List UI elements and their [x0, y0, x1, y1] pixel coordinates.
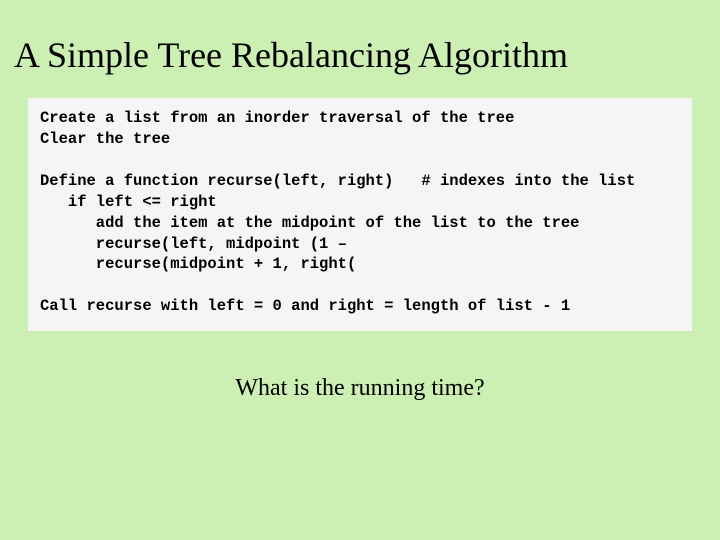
code-line-3a: Define a function recurse(left, right) — [40, 172, 393, 190]
slide: A Simple Tree Rebalancing Algorithm Crea… — [0, 0, 720, 540]
code-line-2: Clear the tree — [40, 130, 170, 148]
code-line-3b: # indexes into the list — [393, 172, 635, 190]
code-line-7: recurse(midpoint + 1, right( — [40, 255, 356, 273]
question-text: What is the running time? — [0, 375, 720, 402]
code-line-6: recurse(left, midpoint (1 – — [40, 235, 347, 253]
code-line-8: Call recurse with left = 0 and right = l… — [40, 297, 570, 315]
code-line-5: add the item at the midpoint of the list… — [40, 214, 580, 232]
slide-title: A Simple Tree Rebalancing Algorithm — [0, 0, 720, 76]
code-box: Create a list from an inorder traversal … — [28, 98, 692, 331]
code-line-4: if left <= right — [40, 193, 217, 211]
code-line-1: Create a list from an inorder traversal … — [40, 109, 514, 127]
